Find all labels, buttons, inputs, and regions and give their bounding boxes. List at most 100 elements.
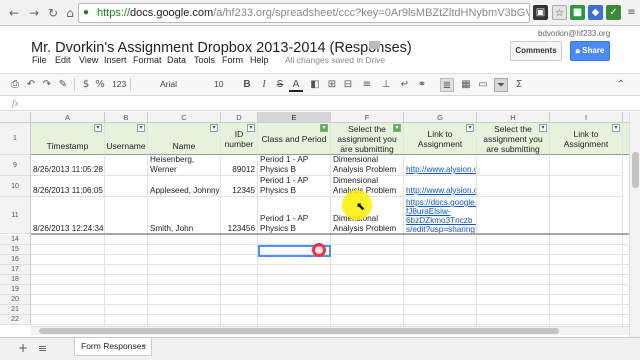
row-header-15[interactable]: 15 <box>0 245 31 255</box>
row-header-22[interactable]: 22 <box>0 315 31 325</box>
header-link[interactable]: Link to Assignment ▾ <box>404 123 477 155</box>
assignment-link[interactable]: 6bzDZkmo3Tnczb_S <box>406 216 476 225</box>
cell-empty[interactable] <box>550 197 623 234</box>
filter-icon[interactable]: ⏷ <box>494 78 508 92</box>
comments-button[interactable]: Comments <box>510 41 562 61</box>
column-header-g[interactable]: G <box>404 112 477 123</box>
forward-icon[interactable]: → <box>26 5 42 21</box>
column-header-h[interactable]: H <box>477 112 550 123</box>
text-color-button[interactable]: A <box>289 78 303 92</box>
horizontal-scrollbar[interactable] <box>31 326 629 335</box>
cell-id[interactable]: 89012 <box>221 155 258 176</box>
cell-timestamp[interactable]: 8/26/2013 12:24:34 <box>31 197 105 234</box>
assignment-link[interactable]: http://www.alysion.o <box>406 186 476 195</box>
home-icon[interactable]: ⌂ <box>62 5 78 21</box>
sheet-list-icon[interactable]: ≡ <box>38 342 47 355</box>
menu-insert[interactable]: Insert <box>104 55 127 65</box>
menu-edit[interactable]: Edit <box>55 55 71 65</box>
menu-view[interactable]: View <box>79 55 98 65</box>
chrome-menu-icon[interactable]: ≡ <box>624 5 639 20</box>
paint-format-icon[interactable]: ✎ <box>56 78 70 92</box>
row-header-17[interactable]: 17 <box>0 265 31 275</box>
wrap-text-icon[interactable]: ↵ <box>398 78 412 92</box>
redo-icon[interactable]: ↷ <box>40 78 54 92</box>
reload-icon[interactable]: ↻ <box>45 5 61 21</box>
filter-dropdown-icon[interactable]: ▾ <box>137 124 145 132</box>
add-sheet-icon[interactable]: + <box>18 341 28 355</box>
menu-tools[interactable]: Tools <box>194 55 215 65</box>
collapse-toolbar-icon[interactable]: ⌃ <box>614 78 628 92</box>
filter-active-icon[interactable]: ▾ <box>393 124 401 132</box>
font-size-dropdown[interactable]: 10 <box>214 79 223 89</box>
row-header-19[interactable]: 19 <box>0 285 31 295</box>
menu-file[interactable]: File <box>32 55 47 65</box>
column-header-f[interactable]: F <box>331 112 404 123</box>
row-header-20[interactable]: 20 <box>0 295 31 305</box>
filter-dropdown-icon[interactable]: ▾ <box>612 124 620 132</box>
vertical-align-icon[interactable]: ⊥ <box>379 78 393 92</box>
column-header-c[interactable]: C <box>148 112 221 123</box>
column-header-a[interactable]: A <box>31 112 105 123</box>
select-all-corner[interactable] <box>0 112 31 123</box>
chevron-down-icon[interactable]: ▾ <box>142 338 146 354</box>
cell-username[interactable] <box>105 155 148 176</box>
header-class-period[interactable]: Class and Period ▾ <box>258 123 331 155</box>
cell-link[interactable]: http://www.alysion.o <box>404 176 477 197</box>
currency-icon[interactable]: $ <box>79 78 93 92</box>
filter-dropdown-icon[interactable]: ▾ <box>539 124 547 132</box>
column-header-e[interactable]: E <box>258 112 331 123</box>
italic-button[interactable]: I <box>257 78 271 92</box>
percent-icon[interactable]: % <box>93 78 107 92</box>
menu-form[interactable]: Form <box>222 55 243 65</box>
row-header-10[interactable]: 10 <box>0 176 31 197</box>
filter-dropdown-icon[interactable]: ▾ <box>466 124 474 132</box>
header-name[interactable]: Name ▾ <box>148 123 221 155</box>
cell-name[interactable]: Heisenberg, Werner <box>148 155 221 176</box>
cell-class[interactable]: Period 1 - AP Physics B <box>258 155 331 176</box>
account-email[interactable]: bdvorkin@hf233.org <box>538 29 610 38</box>
font-dropdown[interactable]: Arial <box>160 79 177 89</box>
row-header-18[interactable]: 18 <box>0 275 31 285</box>
menu-data[interactable]: Data <box>167 55 186 65</box>
extension-green-icon[interactable]: ■ <box>570 5 585 20</box>
row-header-16[interactable]: 16 <box>0 255 31 265</box>
header-username[interactable]: Username ▾ <box>105 123 148 155</box>
hide-toolbar-icon[interactable]: ≣ <box>440 78 454 92</box>
row-header-14[interactable]: 14 <box>0 235 31 245</box>
vertical-scroll-thumb[interactable] <box>632 152 639 188</box>
formula-bar[interactable]: fx <box>0 97 640 111</box>
cell-empty[interactable] <box>477 155 550 176</box>
row-header-9[interactable]: 9 <box>0 155 31 176</box>
cell-empty[interactable] <box>550 176 623 197</box>
sheet-tab-form-responses[interactable]: Form Responses ▾ <box>74 338 152 356</box>
back-icon[interactable]: ← <box>6 5 22 21</box>
column-header-b[interactable]: B <box>105 112 148 123</box>
assignment-link[interactable]: fJ8uraElsiw- <box>406 207 474 216</box>
address-bar[interactable]: ● https://docs.google.com/a/hf233.org/spr… <box>78 3 530 23</box>
horizontal-scroll-thumb[interactable] <box>39 328 559 334</box>
extension-icon[interactable]: ▣ <box>533 5 548 20</box>
merge-cells-icon[interactable]: ⊟ <box>341 78 355 92</box>
share-button[interactable]: 🔒︎ Share <box>570 41 610 61</box>
menu-format[interactable]: Format <box>133 55 162 65</box>
cell-empty[interactable] <box>550 155 623 176</box>
header-id-number[interactable]: ID number ▾ <box>221 123 258 155</box>
print-icon[interactable]: ⎙ <box>8 78 22 92</box>
insert-chart-icon[interactable]: ▦ <box>459 78 473 92</box>
cell-id[interactable]: 12345 <box>221 176 258 197</box>
column-header-d[interactable]: D <box>221 112 258 123</box>
cell-link[interactable]: http://www.alysion.o <box>404 155 477 176</box>
header-link-2[interactable]: Link to Assignment ▾ <box>550 123 623 155</box>
filter-active-icon[interactable]: ▾ <box>320 124 328 132</box>
comment-icon[interactable]: ▭ <box>476 78 490 92</box>
cell-id[interactable]: 123456 <box>221 197 258 234</box>
header-timestamp[interactable]: Timestamp ▾ <box>31 123 105 155</box>
bookmark-icon[interactable]: ☆ <box>552 5 567 20</box>
align-left-icon[interactable]: ≡ <box>360 78 374 92</box>
filter-dropdown-icon[interactable]: ▾ <box>210 124 218 132</box>
extension-blue-icon[interactable]: ◆ <box>588 5 603 20</box>
filter-dropdown-icon[interactable]: ▾ <box>94 124 102 132</box>
vertical-scrollbar[interactable] <box>629 112 640 337</box>
fill-color-icon[interactable]: ◧ <box>308 78 322 92</box>
header-assignment-2[interactable]: Select the assignment you are submitting… <box>477 123 550 155</box>
